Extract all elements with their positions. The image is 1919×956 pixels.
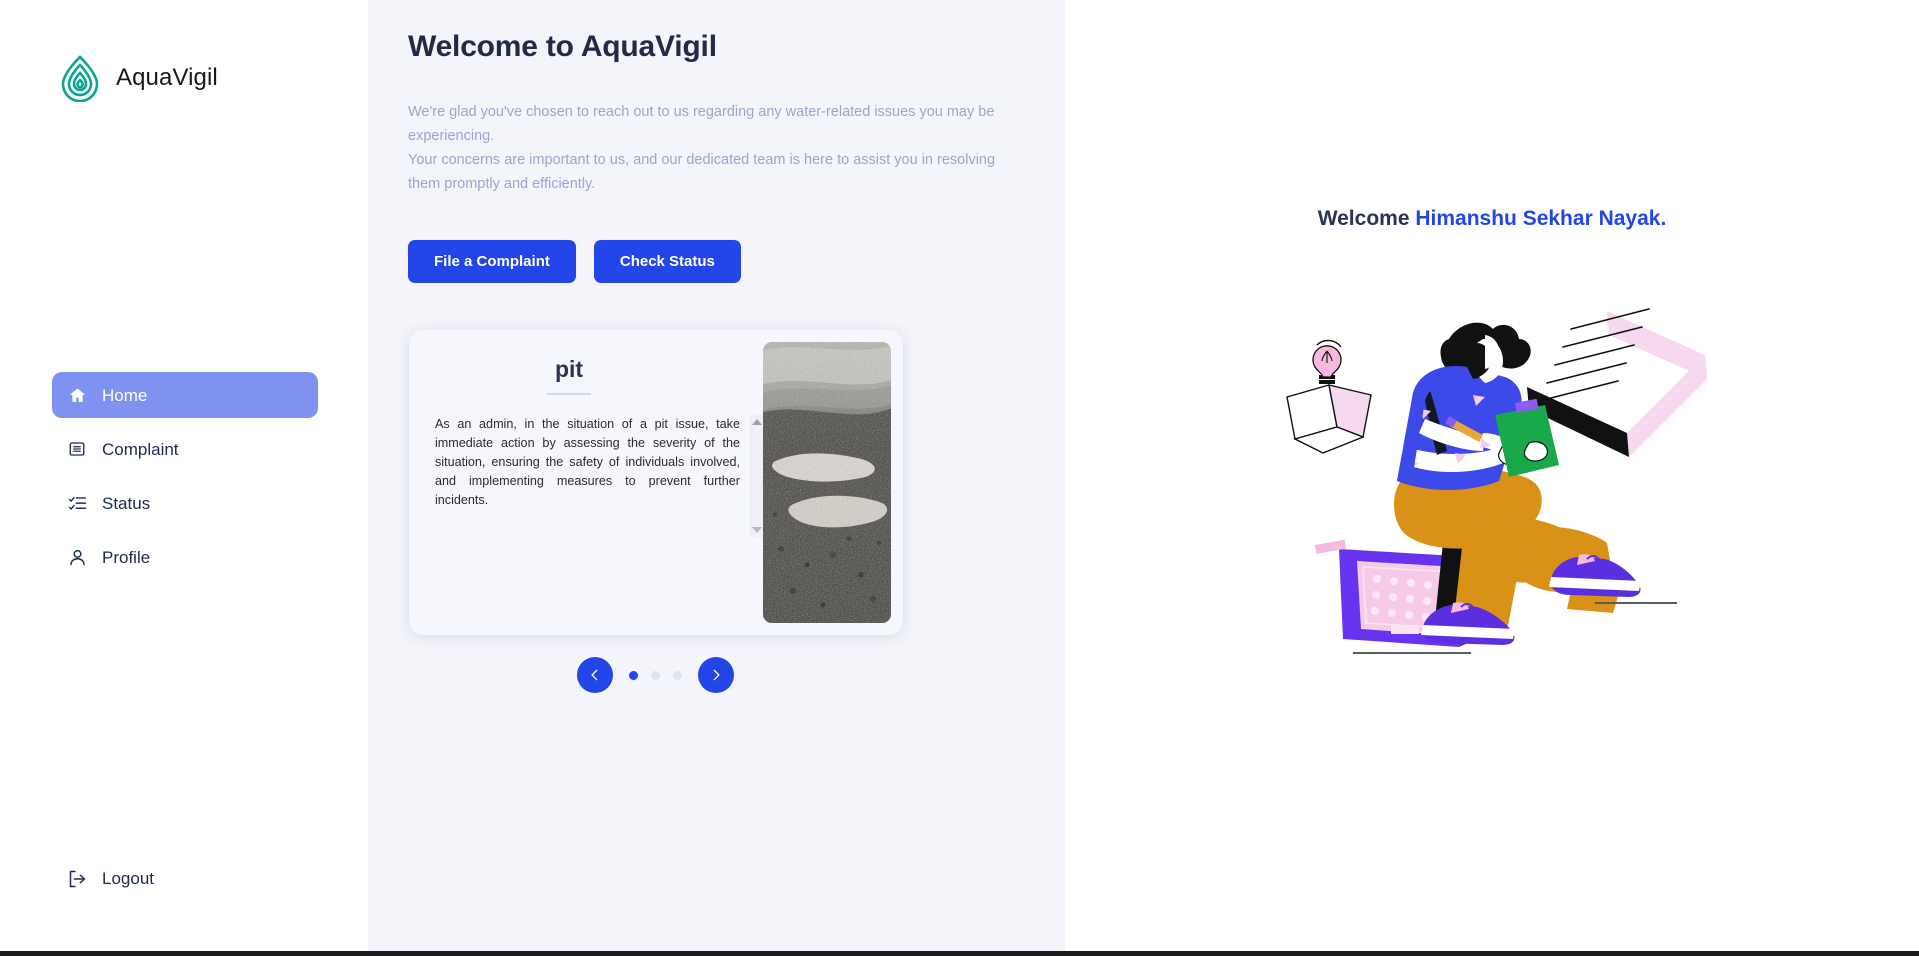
welcome-user-greeting: Welcome Himanshu Sekhar Nayak. bbox=[1318, 207, 1667, 231]
chevron-left-icon bbox=[588, 668, 602, 682]
sidebar-item-complaint[interactable]: Complaint bbox=[52, 426, 314, 472]
complaint-card[interactable]: pit As an admin, in the situation of a p… bbox=[409, 330, 903, 635]
person-writing-on-clipboard-illustration bbox=[1277, 267, 1707, 667]
card-title: pit bbox=[554, 356, 584, 382]
carousel-dots bbox=[628, 670, 682, 680]
card-body-wrap: As an admin, in the situation of a pit i… bbox=[421, 415, 763, 623]
window-bottom-edge bbox=[0, 951, 1919, 956]
action-buttons: File a Complaint Check Status bbox=[408, 240, 1027, 283]
card-text-column: pit As an admin, in the situation of a p… bbox=[421, 342, 763, 623]
brand-name: AquaVigil bbox=[116, 64, 218, 91]
card-body-text: As an admin, in the situation of a pit i… bbox=[435, 417, 740, 507]
right-panel: Welcome Himanshu Sekhar Nayak. bbox=[1065, 0, 1919, 956]
sidebar-item-profile[interactable]: Profile bbox=[52, 534, 314, 580]
page-title: Welcome to AquaVigil bbox=[408, 30, 717, 63]
app-root: AquaVigil Home Complaint Status Profile … bbox=[0, 0, 1919, 956]
scroll-down-arrow-icon[interactable] bbox=[752, 527, 762, 533]
user-icon bbox=[66, 546, 88, 568]
sidebar-item-home-label: Home bbox=[102, 385, 148, 405]
sidebar-item-home[interactable]: Home bbox=[52, 372, 318, 418]
scroll-up-arrow-icon[interactable] bbox=[752, 419, 762, 425]
sidebar-item-status-label: Status bbox=[102, 493, 151, 513]
card-title-divider bbox=[547, 393, 591, 395]
logout-label: Logout bbox=[102, 869, 154, 888]
sidebar: AquaVigil Home Complaint Status Profile … bbox=[0, 0, 368, 956]
main-content: Welcome to AquaVigil We're glad you've c… bbox=[368, 0, 1065, 956]
sidebar-item-status[interactable]: Status bbox=[52, 480, 314, 526]
carousel-dot-3[interactable] bbox=[672, 670, 682, 680]
file-complaint-button[interactable]: File a Complaint bbox=[408, 240, 576, 283]
carousel-dot-2[interactable] bbox=[650, 670, 660, 680]
chevron-right-icon bbox=[709, 668, 723, 682]
document-icon bbox=[66, 438, 88, 460]
carousel-prev-button[interactable] bbox=[576, 657, 613, 693]
check-status-button[interactable]: Check Status bbox=[593, 240, 741, 283]
logout-button[interactable]: Logout bbox=[0, 856, 368, 902]
welcome-prefix: Welcome bbox=[1317, 207, 1416, 230]
home-icon bbox=[66, 384, 88, 406]
pothole-photo bbox=[763, 342, 891, 623]
water-droplet-icon bbox=[58, 54, 102, 103]
carousel-next-button[interactable] bbox=[697, 657, 734, 693]
user-name: Himanshu Sekhar Nayak. bbox=[1415, 207, 1667, 230]
checklist-icon bbox=[66, 492, 88, 514]
intro-line-2: Your concerns are important to us, and o… bbox=[408, 152, 996, 192]
sidebar-item-profile-label: Profile bbox=[102, 547, 151, 567]
intro-line-1: We're glad you've chosen to reach out to… bbox=[408, 104, 995, 144]
sidebar-nav: Home Complaint Status Profile bbox=[0, 372, 368, 580]
sign-out-icon bbox=[66, 868, 88, 890]
sidebar-item-complaint-label: Complaint bbox=[102, 439, 179, 459]
carousel-controls bbox=[408, 657, 902, 693]
carousel-dot-1[interactable] bbox=[628, 670, 638, 680]
card-scrollbar[interactable] bbox=[750, 415, 763, 537]
brand: AquaVigil bbox=[0, 0, 368, 112]
intro-text: We're glad you've chosen to reach out to… bbox=[408, 100, 1027, 196]
